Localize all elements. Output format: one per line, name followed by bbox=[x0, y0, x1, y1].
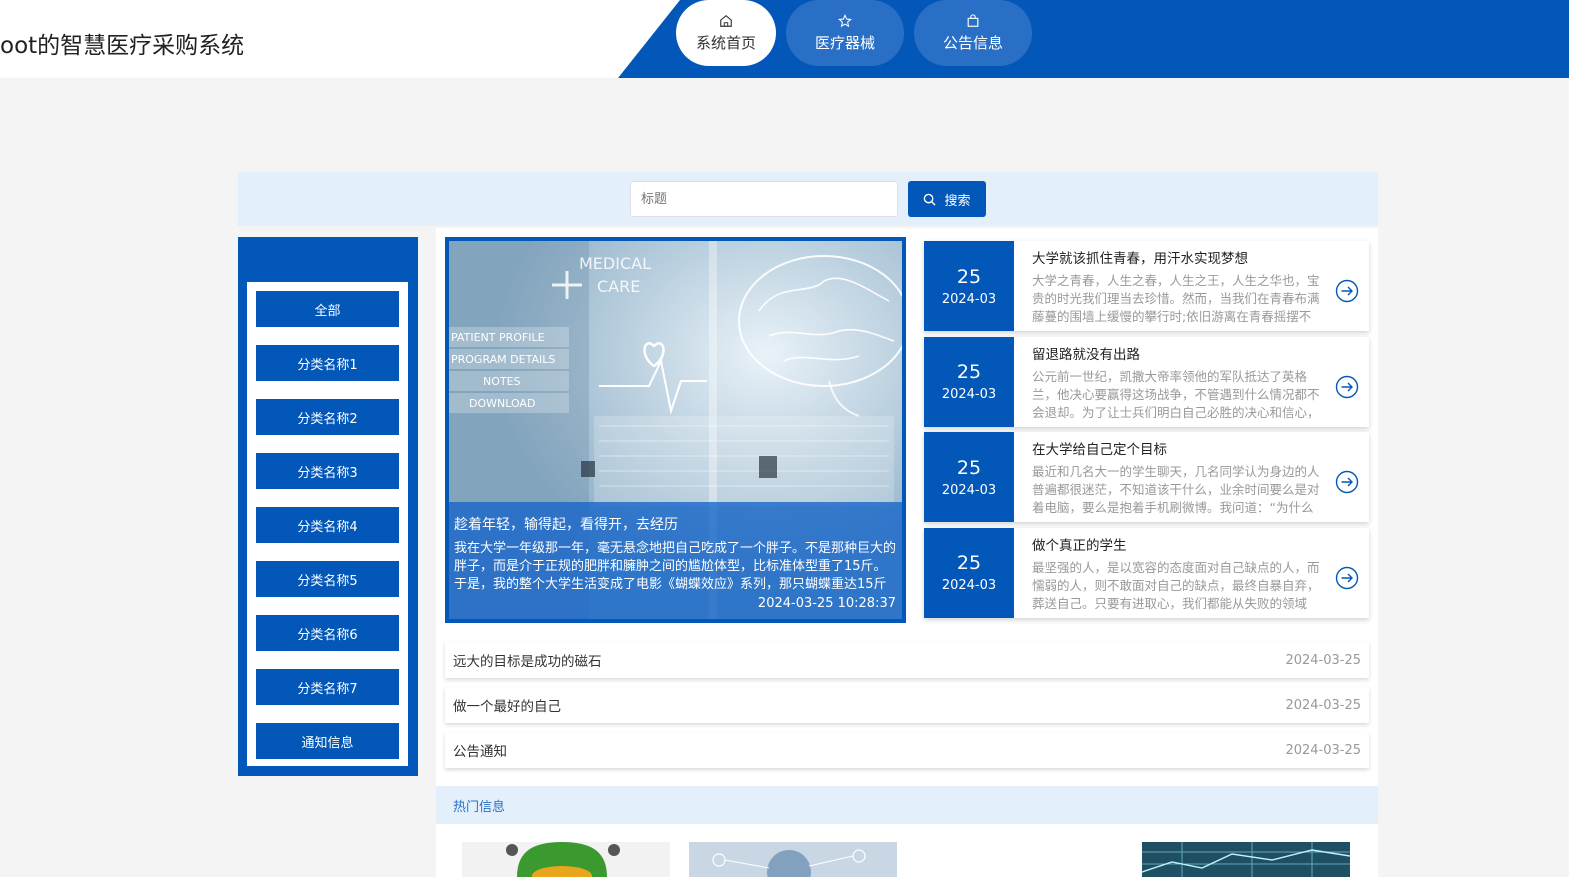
notice-list: 远大的目标是成功的磁石 2024-03-25 做一个最好的自己 2024-03-… bbox=[445, 642, 1369, 777]
notice-title: 做一个最好的自己 bbox=[453, 699, 561, 715]
featured-caption: 趁着年轻，输得起，看得开，去经历 我在大学一年级那一年，毫无悬念地把自己吃成了一… bbox=[449, 502, 902, 619]
nav-medical-devices[interactable]: 医疗器械 bbox=[786, 0, 904, 66]
notice-title: 远大的目标是成功的磁石 bbox=[453, 654, 602, 670]
news-list: 25 2024-03 大学就该抓住青春，用汗水实现梦想 大学之青春，人生之春，人… bbox=[924, 241, 1369, 623]
featured-article[interactable]: MEDICAL CARE PATIENT PROFILE PROGRAM DET… bbox=[445, 237, 906, 623]
header: oot的智慧医疗采购系统 系统首页 医疗器械 公告信息 bbox=[0, 0, 1569, 78]
hot-info-bar bbox=[436, 786, 1378, 824]
image-menu-3: NOTES bbox=[483, 375, 521, 388]
featured-desc: 我在大学一年级那一年，毫无悬念地把自己吃成了一个胖子。不是那种巨大的胖子，而是介… bbox=[454, 541, 896, 592]
nav-announcements-label: 公告信息 bbox=[942, 33, 1003, 52]
news-year-month: 2024-03 bbox=[941, 387, 997, 402]
image-menu-4: DOWNLOAD bbox=[469, 397, 535, 410]
news-year-month: 2024-03 bbox=[941, 291, 997, 307]
news-day: 25 bbox=[956, 456, 982, 479]
image-menu-1: PATIENT PROFILE bbox=[451, 331, 545, 344]
hot-thumbnail-image bbox=[1142, 842, 1350, 877]
category-6[interactable]: 分类名称6 bbox=[256, 615, 399, 651]
news-day: 25 bbox=[956, 552, 982, 574]
nav-home-label: 系统首页 bbox=[695, 33, 756, 52]
category-5[interactable]: 分类名称5 bbox=[256, 561, 399, 597]
hot-info-label: 热门信息 bbox=[453, 800, 506, 815]
news-day: 25 bbox=[956, 265, 982, 288]
news-body: 留退路就没有出路 公元前一世纪，凯撒大帝率领他的军队抵达了英格兰，他决心要赢得这… bbox=[1014, 337, 1369, 427]
category-7[interactable]: 分类名称7 bbox=[256, 669, 399, 705]
featured-image: MEDICAL CARE PATIENT PROFILE PROGRAM DET… bbox=[449, 241, 902, 619]
top-nav: 系统首页 医疗器械 公告信息 bbox=[676, 0, 1032, 66]
hot-thumbnail-image bbox=[462, 842, 670, 877]
category-4[interactable]: 分类名称4 bbox=[256, 507, 399, 543]
category-notices[interactable]: 通知信息 bbox=[256, 723, 399, 759]
news-title[interactable]: 大学就该抓住青春，用汗水实现梦想 bbox=[1032, 247, 1329, 267]
image-menu-2: PROGRAM DETAILS bbox=[451, 353, 555, 366]
news-title[interactable]: 在大学给自己定个目标 bbox=[1032, 438, 1329, 458]
bag-icon bbox=[967, 13, 979, 27]
news-title[interactable]: 做个真正的学生 bbox=[1032, 534, 1329, 554]
news-desc: 大学之青春，人生之春，人生之王，人生之华也，宝贵的时光我们理当去珍惜。然而，当我… bbox=[1032, 273, 1320, 324]
news-day: 25 bbox=[956, 361, 982, 383]
search-button-label: 搜索 bbox=[944, 193, 971, 209]
notice-title: 公告通知 bbox=[453, 744, 507, 760]
category-3[interactable]: 分类名称3 bbox=[256, 453, 399, 489]
category-2[interactable]: 分类名称2 bbox=[256, 399, 399, 435]
news-year-month: 2024-03 bbox=[941, 578, 997, 593]
category-1[interactable]: 分类名称1 bbox=[256, 345, 399, 381]
nav-medical-devices-label: 医疗器械 bbox=[814, 33, 875, 52]
news-date: 25 2024-03 bbox=[924, 527, 1014, 618]
news-desc: 最近和几名大一的学生聊天，几名同学认为身边的人普遍都很迷茫，不知道该干什么，业余… bbox=[1032, 464, 1320, 515]
news-date: 25 2024-03 bbox=[924, 432, 1014, 522]
featured-title[interactable]: 趁着年轻，输得起，看得开，去经历 bbox=[454, 514, 896, 534]
nav-announcements[interactable]: 公告信息 bbox=[914, 0, 1032, 66]
arrow-right-circle-icon[interactable] bbox=[1335, 470, 1359, 494]
notice-date: 2024-03-25 bbox=[1285, 697, 1361, 713]
news-body: 做个真正的学生 最坚强的人，是以宽容的态度面对自己缺点的人，而懦弱的人，则不敢面… bbox=[1014, 528, 1369, 618]
image-text-medical: MEDICAL bbox=[579, 254, 651, 273]
news-title[interactable]: 留退路就没有出路 bbox=[1032, 343, 1329, 363]
notice-date: 2024-03-25 bbox=[1285, 742, 1361, 758]
news-year-month: 2024-03 bbox=[941, 482, 997, 498]
hot-thumbnail[interactable] bbox=[462, 842, 670, 877]
arrow-right-circle-icon[interactable] bbox=[1335, 279, 1359, 303]
news-body: 在大学给自己定个目标 最近和几名大一的学生聊天，几名同学认为身边的人普遍都很迷茫… bbox=[1014, 432, 1369, 522]
news-date: 25 2024-03 bbox=[924, 241, 1014, 331]
news-desc: 公元前一世纪，凯撒大帝率领他的军队抵达了英格兰，他决心要赢得这场战争，不管遇到什… bbox=[1032, 368, 1320, 420]
site-title: oot的智慧医疗采购系统 bbox=[0, 33, 245, 59]
search-input[interactable] bbox=[630, 181, 898, 217]
star-icon bbox=[838, 13, 852, 27]
hot-thumbnail[interactable] bbox=[689, 842, 897, 877]
notice-row[interactable]: 做一个最好的自己 2024-03-25 bbox=[445, 687, 1369, 723]
category-list: 全部 分类名称1 分类名称2 分类名称3 分类名称4 分类名称5 分类名称6 分… bbox=[247, 282, 408, 766]
news-date: 25 2024-03 bbox=[924, 336, 1014, 427]
search-button[interactable]: 搜索 bbox=[908, 181, 986, 217]
notice-row[interactable]: 公告通知 2024-03-25 bbox=[445, 732, 1369, 768]
news-card[interactable]: 25 2024-03 做个真正的学生 最坚强的人，是以宽容的态度面对自己缺点的人… bbox=[924, 527, 1369, 618]
category-all[interactable]: 全部 bbox=[256, 291, 399, 327]
news-card[interactable]: 25 2024-03 大学就该抓住青春，用汗水实现梦想 大学之青春，人生之春，人… bbox=[924, 241, 1369, 331]
arrow-right-circle-icon[interactable] bbox=[1335, 375, 1359, 399]
nav-home[interactable]: 系统首页 bbox=[676, 0, 776, 66]
news-desc: 最坚强的人，是以宽容的态度面对自己缺点的人，而懦弱的人，则不敢面对自己的缺点，最… bbox=[1032, 559, 1320, 611]
hot-thumbnail-image bbox=[689, 842, 897, 877]
arrow-right-circle-icon[interactable] bbox=[1335, 566, 1359, 590]
news-card[interactable]: 25 2024-03 留退路就没有出路 公元前一世纪，凯撒大帝率领他的军队抵达了… bbox=[924, 336, 1369, 427]
notice-row[interactable]: 远大的目标是成功的磁石 2024-03-25 bbox=[445, 642, 1369, 678]
category-sidebar: 全部 分类名称1 分类名称2 分类名称3 分类名称4 分类名称5 分类名称6 分… bbox=[238, 237, 418, 776]
news-body: 大学就该抓住青春，用汗水实现梦想 大学之青春，人生之春，人生之王，人生之华也，宝… bbox=[1014, 241, 1369, 331]
featured-time: 2024-03-25 10:28:37 bbox=[757, 596, 896, 611]
news-card[interactable]: 25 2024-03 在大学给自己定个目标 最近和几名大一的学生聊天，几名同学认… bbox=[924, 432, 1369, 522]
search-icon bbox=[924, 193, 937, 206]
image-text-care: CARE bbox=[597, 277, 640, 296]
hot-thumbnail[interactable] bbox=[1142, 842, 1350, 877]
home-icon bbox=[720, 14, 732, 27]
notice-date: 2024-03-25 bbox=[1285, 652, 1361, 668]
